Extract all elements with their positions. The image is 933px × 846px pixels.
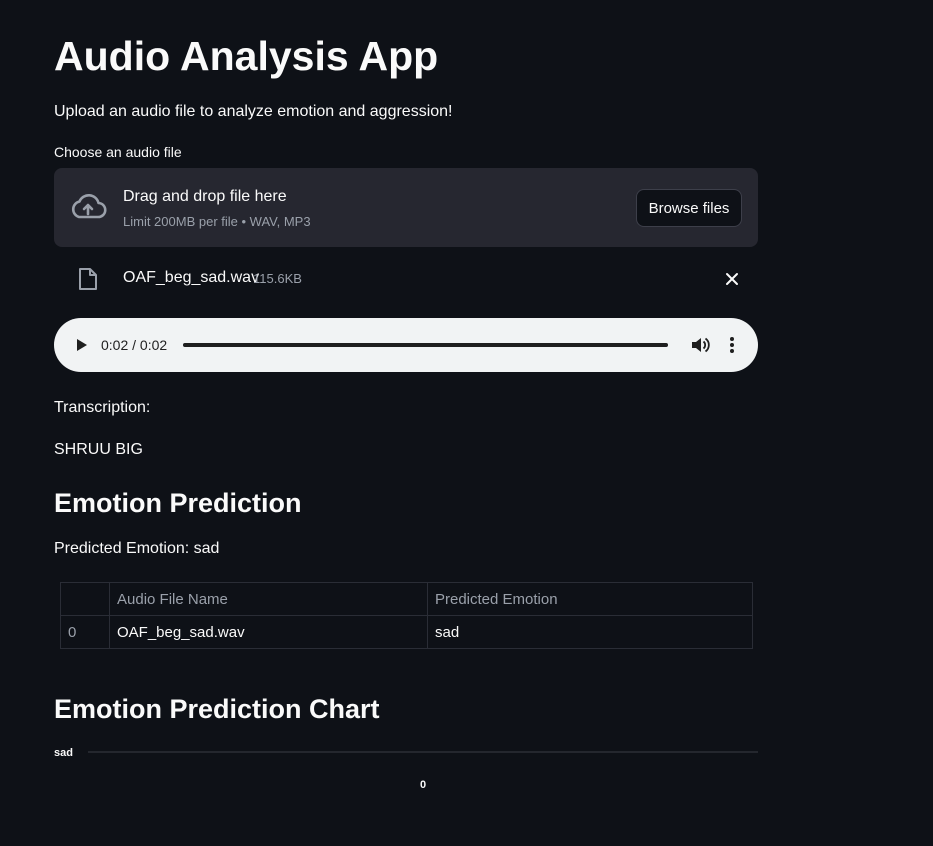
page-title: Audio Analysis App	[54, 33, 439, 79]
file-icon	[79, 268, 97, 290]
app-page: Audio Analysis App Upload an audio file …	[0, 0, 933, 846]
column-header-file-name[interactable]: Audio File Name	[109, 582, 428, 616]
more-vert-icon[interactable]	[726, 336, 738, 354]
dropzone-limit: Limit 200MB per file • WAV, MP3	[123, 214, 311, 229]
file-dropzone[interactable]: Drag and drop file here Limit 200MB per …	[54, 168, 758, 247]
audio-progress-fill	[183, 343, 668, 347]
uploader-label: Choose an audio file	[54, 144, 182, 160]
cloud-upload-icon	[71, 194, 107, 219]
page-subtitle: Upload an audio file to analyze emotion …	[54, 103, 453, 120]
emotion-cell: sad	[427, 615, 753, 649]
transcription-label: Transcription:	[54, 399, 151, 416]
emotion-prediction-heading: Emotion Prediction	[54, 488, 302, 518]
table-row: 0 OAF_beg_sad.wav sad	[60, 615, 753, 649]
file-name-cell: OAF_beg_sad.wav	[109, 615, 428, 649]
browse-files-button[interactable]: Browse files	[636, 189, 742, 227]
emotion-chart-heading: Emotion Prediction Chart	[54, 694, 380, 724]
uploaded-file-size: 115.6KB	[253, 271, 302, 286]
column-header-predicted-emotion[interactable]: Predicted Emotion	[427, 582, 753, 616]
close-icon[interactable]	[724, 271, 740, 287]
column-header-index	[60, 582, 110, 616]
audio-player[interactable]: 0:02 / 0:02	[54, 318, 758, 372]
uploaded-file-row: OAF_beg_sad.wav 115.6KB	[54, 260, 758, 298]
transcription-text: SHRUU BIG	[54, 441, 143, 458]
emotion-bar-chart: sad 0	[54, 747, 758, 791]
chart-category-label: sad	[54, 747, 73, 759]
volume-icon[interactable]	[690, 336, 710, 354]
table-header-row: Audio File Name Predicted Emotion	[60, 582, 753, 616]
dropzone-title: Drag and drop file here	[123, 188, 287, 205]
audio-progress-bar[interactable]	[183, 343, 668, 347]
play-icon[interactable]	[73, 337, 89, 353]
audio-time: 0:02 / 0:02	[101, 337, 168, 353]
row-index-cell: 0	[60, 615, 110, 649]
predicted-emotion-text: Predicted Emotion: sad	[54, 540, 220, 557]
results-table[interactable]: Audio File Name Predicted Emotion 0 OAF_…	[60, 582, 753, 649]
uploaded-file-name: OAF_beg_sad.wav	[123, 269, 260, 286]
chart-x-tick-label: 0	[420, 779, 426, 791]
